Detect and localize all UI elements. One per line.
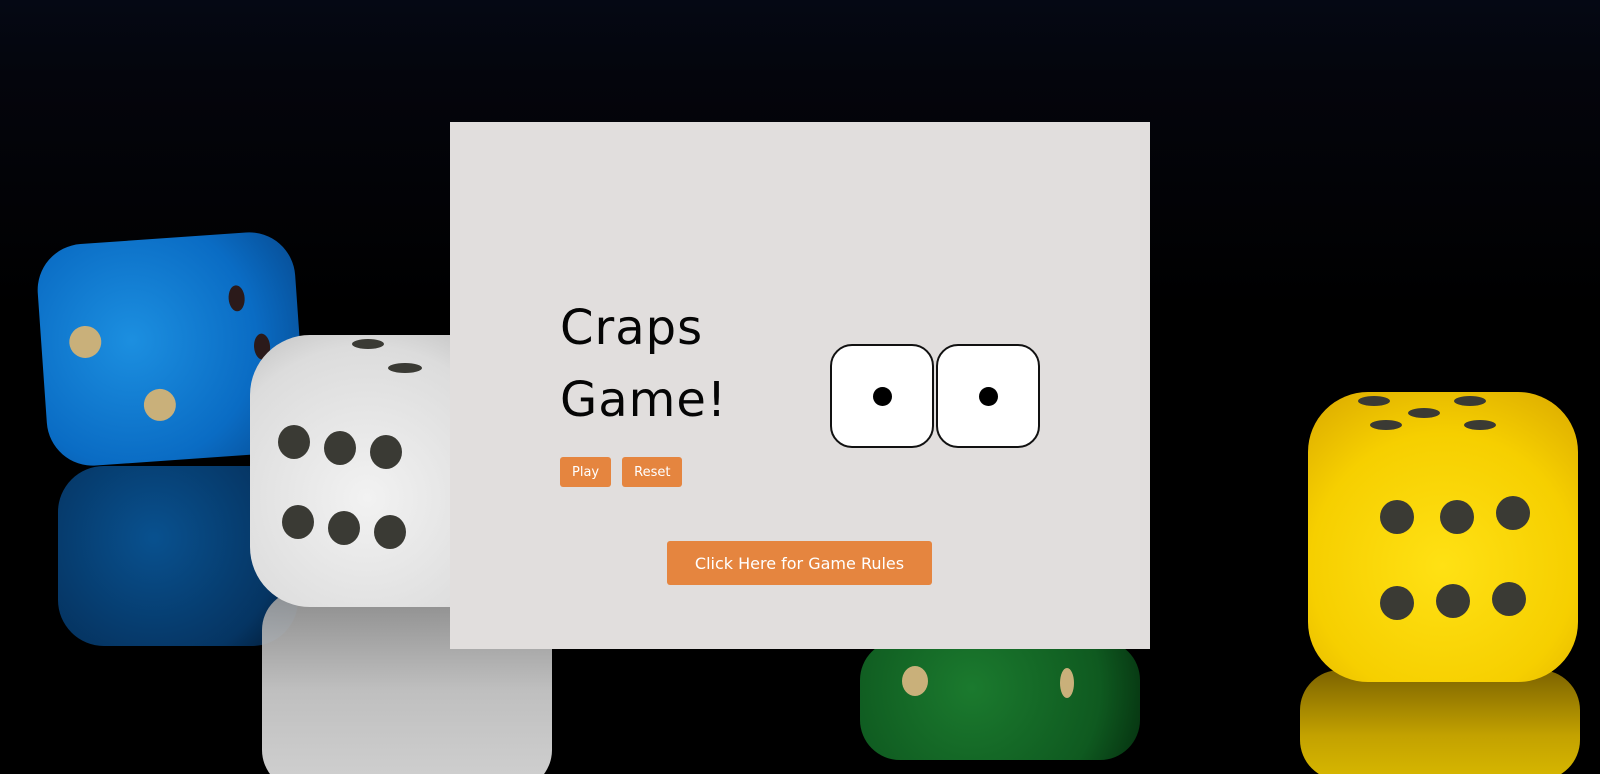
game-title-line2: Game! — [560, 372, 728, 428]
die-1-pip — [873, 387, 892, 406]
reset-button[interactable]: Reset — [622, 457, 683, 487]
die-1 — [830, 344, 934, 448]
game-rules-button[interactable]: Click Here for Game Rules — [667, 541, 932, 585]
play-button[interactable]: Play — [560, 457, 612, 487]
page-background: Craps Game! Play Reset Click Here for Ga… — [0, 0, 1600, 774]
game-controls: Play Reset — [560, 457, 683, 487]
game-title: Craps Game! — [560, 292, 727, 436]
game-card: Craps Game! Play Reset Click Here for Ga… — [450, 122, 1150, 649]
background-green-die — [860, 640, 1140, 760]
dice-display — [830, 344, 1040, 448]
die-2-pip — [979, 387, 998, 406]
game-title-line1: Craps — [560, 300, 704, 356]
die-2 — [936, 344, 1040, 448]
background-yellow-die-reflection — [1300, 670, 1580, 774]
background-yellow-die — [1308, 392, 1578, 682]
